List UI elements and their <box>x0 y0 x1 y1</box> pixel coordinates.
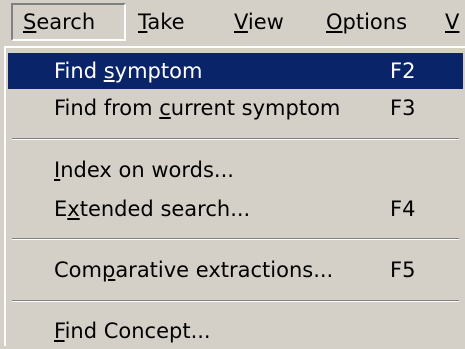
menu-item-accesskey: s <box>103 59 115 83</box>
menu-item-label-pre: Find <box>54 59 104 83</box>
menu-view-accesskey: V <box>234 10 248 34</box>
menu-item-index-on-words[interactable]: Index on words... <box>8 152 463 188</box>
menu-search-accesskey: S <box>23 10 37 34</box>
menu-view[interactable]: View <box>234 3 304 41</box>
menu-options[interactable]: Options <box>326 3 426 41</box>
menu-item-label: ndex on words... <box>60 158 234 182</box>
menu-item-label: ind Concept... <box>64 319 211 343</box>
menu-item-accesskey: p <box>101 258 116 282</box>
menu-window-partial[interactable]: V <box>445 3 465 41</box>
menu-item-label-pre: Find from <box>54 96 160 120</box>
menu-window-accesskey: V <box>445 10 460 34</box>
menu-item-shortcut: F2 <box>390 59 416 83</box>
menu-separator <box>12 138 459 140</box>
menu-item-label: urrent symptom <box>170 96 341 120</box>
menu-item-label: tended search... <box>79 197 251 221</box>
menu-item-shortcut: F3 <box>390 96 416 120</box>
menu-item-shortcut: F5 <box>390 258 416 282</box>
menu-separator <box>12 238 459 240</box>
menu-item-label: arative extractions... <box>115 258 334 282</box>
search-dropdown-menu: Find symptom F2 Find from current sympto… <box>4 46 465 346</box>
menu-separator <box>12 300 459 302</box>
menu-item-accesskey: F <box>54 319 65 343</box>
menu-view-label: iew <box>247 10 284 34</box>
menu-options-accesskey: O <box>326 10 343 34</box>
menu-item-shortcut: F4 <box>390 197 416 221</box>
menu-search[interactable]: Search <box>11 3 126 41</box>
menu-item-find-from-current-symptom[interactable]: Find from current symptom F3 <box>8 90 463 126</box>
menu-take-accesskey: T <box>138 10 148 34</box>
menu-item-label-pre: E <box>54 197 68 221</box>
menu-options-label: ptions <box>342 10 408 34</box>
menu-item-extended-search[interactable]: Extended search... F4 <box>8 191 463 227</box>
menu-item-find-symptom[interactable]: Find symptom F2 <box>8 53 463 89</box>
menu-item-comparative-extractions[interactable]: Comparative extractions... F5 <box>8 252 463 288</box>
menu-item-accesskey: c <box>159 96 171 120</box>
menu-bar: Search Take View Options V <box>0 0 465 46</box>
menu-take[interactable]: Take <box>138 3 208 41</box>
menu-search-label: earch <box>36 10 96 34</box>
menu-item-label-pre: Com <box>54 258 102 282</box>
menu-take-label: ake <box>147 10 185 34</box>
menu-item-label: ymptom <box>114 59 203 83</box>
menu-item-accesskey: x <box>67 197 80 221</box>
